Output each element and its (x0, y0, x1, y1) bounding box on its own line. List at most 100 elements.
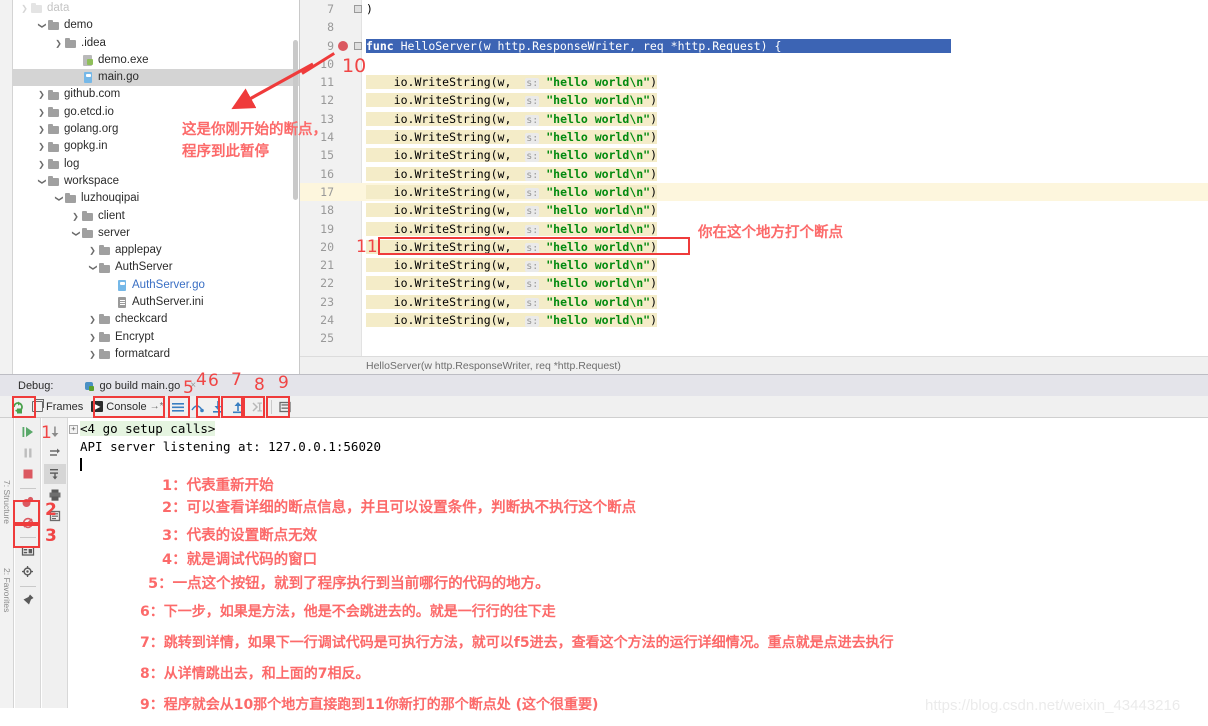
tree-item-golang-org[interactable]: ❯ golang.org (13, 121, 299, 138)
tree-item-log[interactable]: ❯ log (13, 156, 299, 173)
evaluate-expression-button[interactable] (275, 398, 295, 416)
console-fold-icon[interactable]: + (69, 425, 78, 434)
parameter-hint: s: (525, 114, 540, 126)
tree-item-applepay[interactable]: ❯ applepay (13, 242, 299, 259)
tree-item-label: main.go (98, 71, 139, 84)
debug-actions-column-2[interactable] (42, 418, 68, 708)
tree-vertical-scrollbar[interactable] (293, 40, 298, 200)
chevron-right-icon[interactable]: ❯ (36, 104, 47, 121)
console-output[interactable]: + <4 go setup calls> API server listening… (69, 418, 1208, 708)
tree-item-formatcard[interactable]: ❯ formatcard (13, 346, 299, 363)
folder-icon (98, 331, 112, 344)
view-breakpoints-icon[interactable] (17, 492, 39, 512)
soft-wrap-button[interactable] (168, 398, 188, 416)
tree-item-demo[interactable]: ❮ demo (13, 17, 299, 34)
code-line[interactable]: 13 io.WriteString(w, s: "hello world\n") (300, 110, 1208, 128)
chevron-right-icon[interactable]: ❯ (87, 346, 98, 363)
pin-tab-icon[interactable] (17, 590, 39, 610)
chevron-right-icon[interactable]: ❯ (36, 86, 47, 103)
tree-item-authserver-go[interactable]: AuthServer.go (13, 277, 299, 294)
chevron-right-icon[interactable]: ❯ (87, 329, 98, 346)
code-line[interactable]: 19 io.WriteString(w, s: "hello world\n") (300, 220, 1208, 238)
code-line[interactable]: 20 io.WriteString(w, s: "hello world\n") (300, 238, 1208, 256)
tree-item-authserver-ini[interactable]: AuthServer.ini (13, 294, 299, 311)
code-editor-pane[interactable]: 7) 8 9 func HelloServer(w http.ResponseWri… (300, 0, 1208, 374)
chevron-right-icon[interactable]: ❯ (36, 138, 47, 155)
tree-item-main-go[interactable]: main.go (13, 69, 299, 87)
step-over-button[interactable] (188, 398, 208, 416)
tree-item-luzhouqipai[interactable]: ❮ luzhouqipai (13, 190, 299, 207)
tree-item-workspace[interactable]: ❮ workspace (13, 173, 299, 190)
frames-tab[interactable]: Frames (28, 399, 87, 413)
print-icon[interactable] (44, 485, 66, 505)
line-number: 9 (327, 38, 334, 53)
chevron-right-icon[interactable]: ❯ (87, 242, 98, 259)
debug-toolbar[interactable]: Frames ▶ Console →* (0, 396, 1208, 418)
run-to-cursor-button[interactable] (248, 398, 268, 416)
export-icon[interactable] (44, 506, 66, 526)
step-out-button[interactable] (228, 398, 248, 416)
code-text: io.WriteString(w, s: "hello world\n") (366, 293, 658, 313)
tree-item-checkcard[interactable]: ❯ checkcard (13, 311, 299, 328)
code-line[interactable]: 7) (300, 0, 1208, 18)
tree-item-authserver[interactable]: ❮ AuthServer (13, 259, 299, 276)
editor-breadcrumb-status: HelloServer(w http.ResponseWriter, req *… (300, 356, 1208, 374)
tree-item-encrypt[interactable]: ❯ Encrypt (13, 329, 299, 346)
code-line[interactable]: 25 (300, 329, 1208, 347)
tree-item-data[interactable]: ❯ data (13, 0, 299, 17)
code-line[interactable]: 16 io.WriteString(w, s: "hello world\n") (300, 165, 1208, 183)
code-line[interactable]: 17 io.WriteString(w, s: "hello world\n") (300, 182, 1208, 202)
code-text: io.WriteString(w, s: "hello world\n") (366, 220, 658, 240)
code-line[interactable]: 23 io.WriteString(w, s: "hello world\n") (300, 293, 1208, 311)
code-line[interactable]: 24 io.WriteString(w, s: "hello world\n") (300, 311, 1208, 329)
console-setup-calls-text: <4 go setup calls> (80, 421, 216, 436)
resume-program-icon[interactable] (17, 422, 39, 442)
code-line[interactable]: 9 func HelloServer(w http.ResponseWriter,… (300, 37, 1208, 55)
structure-vertical-tab[interactable]: 7: Structure (2, 480, 12, 524)
tree-item--idea[interactable]: ❯ .idea (13, 35, 299, 52)
pause-program-icon[interactable] (17, 443, 39, 463)
console-tab[interactable]: ▶ Console →* (87, 401, 167, 413)
code-line[interactable]: 22 io.WriteString(w, s: "hello world\n") (300, 274, 1208, 292)
favorites-vertical-tab[interactable]: 2: Favorites (2, 568, 12, 612)
tree-item-server[interactable]: ❮ server (13, 225, 299, 242)
code-area[interactable]: 7) 8 9 func HelloServer(w http.ResponseWri… (300, 0, 1208, 356)
code-line[interactable]: 11 io.WriteString(w, s: "hello world\n") (300, 73, 1208, 91)
force-step-into-icon[interactable] (43, 464, 66, 484)
breakpoint-marker-icon[interactable] (338, 40, 348, 51)
chevron-right-icon[interactable]: ❯ (19, 0, 30, 17)
debug-actions-column-1[interactable] (15, 418, 41, 708)
chevron-right-icon[interactable]: ❯ (53, 35, 64, 52)
debug-configuration-tab[interactable]: go build main.go × (83, 380, 196, 392)
mute-breakpoints-icon[interactable] (17, 513, 39, 533)
settings-gear-icon[interactable] (17, 562, 39, 582)
code-fold-icon[interactable] (354, 41, 362, 50)
tree-item-client[interactable]: ❯ client (13, 208, 299, 225)
code-fold-icon[interactable] (354, 5, 362, 13)
project-tree-list[interactable]: ❯ data ❮ demo ❯ .idea demo.exe main.go ❯ github.c… (13, 0, 299, 374)
code-line[interactable]: 15 io.WriteString(w, s: "hello world\n") (300, 146, 1208, 164)
layout-settings-icon[interactable] (17, 541, 39, 561)
code-line[interactable]: 10 (300, 55, 1208, 73)
show-execution-point-icon[interactable] (44, 422, 66, 442)
code-line[interactable]: 21 io.WriteString(w, s: "hello world\n") (300, 256, 1208, 274)
chevron-right-icon[interactable]: ❯ (70, 208, 81, 225)
code-line[interactable]: 8 (300, 18, 1208, 36)
step-into-button[interactable] (208, 398, 228, 416)
stop-program-icon[interactable] (17, 464, 39, 484)
code-line[interactable]: 18 io.WriteString(w, s: "hello world\n") (300, 201, 1208, 219)
code-line[interactable]: 12 io.WriteString(w, s: "hello world\n") (300, 91, 1208, 109)
close-icon[interactable]: × (190, 380, 196, 391)
chevron-right-icon[interactable]: ❯ (36, 121, 47, 138)
call-suffix: ) (650, 130, 658, 145)
rerun-button[interactable] (8, 398, 28, 416)
chevron-right-icon[interactable]: ❯ (36, 156, 47, 173)
step-over-icon[interactable] (44, 443, 66, 463)
code-line[interactable]: 14 io.WriteString(w, s: "hello world\n") (300, 128, 1208, 146)
tree-item-github-com[interactable]: ❯ github.com (13, 86, 299, 103)
tree-item-go-etcd-io[interactable]: ❯ go.etcd.io (13, 104, 299, 121)
tree-item-gopkg-in[interactable]: ❯ gopkg.in (13, 138, 299, 155)
tree-item-demo-exe[interactable]: demo.exe (13, 52, 299, 69)
project-tree-pane[interactable]: ❯ data ❮ demo ❯ .idea demo.exe main.go ❯ github.c… (0, 0, 300, 374)
chevron-right-icon[interactable]: ❯ (87, 311, 98, 328)
